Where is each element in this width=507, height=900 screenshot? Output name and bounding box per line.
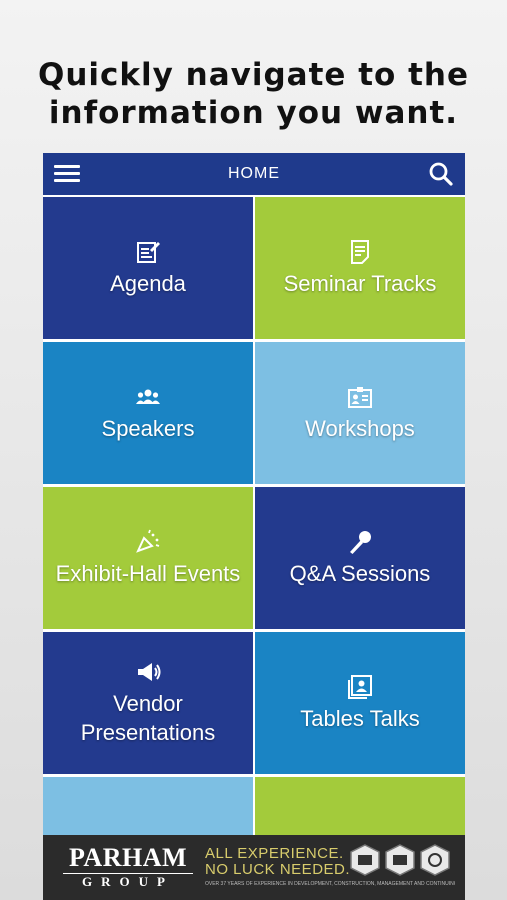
page-title: HOME <box>228 165 280 182</box>
tile-label: Workshops <box>305 415 415 441</box>
party-horn-icon <box>136 529 160 553</box>
tile-label: Exhibit-Hall Events <box>55 560 241 586</box>
hexagon-badges-icon <box>350 844 450 876</box>
app-screen: HOME Agenda Seminar Tracks Speakers Work… <box>43 153 465 900</box>
people-group-icon <box>136 389 160 404</box>
search-icon[interactable] <box>428 161 454 187</box>
tile-workshops[interactable]: Workshops <box>255 342 465 484</box>
ad-tagline-line-2: NO LUCK NEEDED. <box>205 861 351 878</box>
tile-exhibit-hall-events[interactable]: Exhibit-Hall Events <box>43 487 253 629</box>
sponsor-banner-ad[interactable]: PARHAM GROUP ALL EXPERIENCE. NO LUCK NEE… <box>43 835 465 900</box>
promo-headline: Quickly navigate to the information you … <box>0 56 507 132</box>
document-icon <box>351 239 369 264</box>
ad-tagline-line-1: ALL EXPERIENCE. <box>205 845 344 862</box>
tile-seminar-tracks[interactable]: Seminar Tracks <box>255 197 465 339</box>
tile-label: Q&A Sessions <box>289 560 431 586</box>
ad-tagline: ALL EXPERIENCE. NO LUCK NEEDED. <box>205 846 350 878</box>
contact-card-icon <box>348 674 372 699</box>
top-nav-bar: HOME <box>43 153 465 195</box>
tile-label: Speakers <box>101 415 195 441</box>
id-badge-icon <box>348 386 372 408</box>
ad-fine-print: OVER 37 YEARS OF EXPERIENCE IN DEVELOPME… <box>205 881 455 887</box>
megaphone-icon <box>138 663 161 681</box>
tile-label: Vendor <box>113 691 183 716</box>
tile-label-line-2: Presentations <box>80 720 216 745</box>
agenda-edit-icon <box>137 241 160 263</box>
tile-speakers[interactable]: Speakers <box>43 342 253 484</box>
tile-label: Agenda <box>110 270 186 296</box>
tile-vendor-presentations[interactable]: Vendor Presentations <box>43 632 253 774</box>
headline-line-1: Quickly navigate to the <box>37 57 470 93</box>
tile-agenda[interactable]: Agenda <box>43 197 253 339</box>
hamburger-menu-icon[interactable] <box>54 163 80 185</box>
tile-label: Seminar Tracks <box>283 270 437 296</box>
tile-qa-sessions[interactable]: Q&A Sessions <box>255 487 465 629</box>
logo-line-2: GROUP <box>63 873 193 889</box>
logo-line-1: PARHAM <box>68 843 188 872</box>
tile-tables-talks[interactable]: Tables Talks <box>255 632 465 774</box>
headline-line-2: information you want. <box>48 95 459 131</box>
tile-label: Tables Talks <box>300 705 420 731</box>
microphone-icon <box>350 530 371 554</box>
parham-group-logo: PARHAM GROUP <box>63 845 193 889</box>
